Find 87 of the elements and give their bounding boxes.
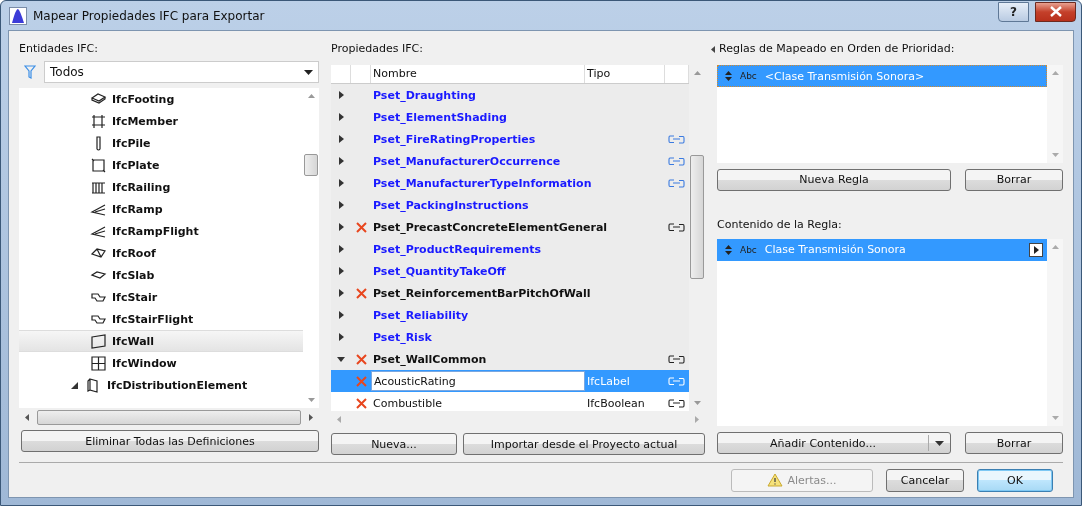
reorder-icon[interactable]: [725, 244, 732, 255]
text-type-label: Abc: [740, 71, 757, 81]
expand-arrow-icon[interactable]: [337, 135, 345, 143]
expand-arrow-icon[interactable]: [337, 267, 345, 275]
expand-arrow-icon[interactable]: [337, 333, 345, 341]
wall-icon: [90, 332, 107, 350]
scroll-thumb[interactable]: [690, 155, 704, 279]
entity-tree-item[interactable]: IfcDistributionElement: [19, 374, 303, 396]
expand-arrow-icon[interactable]: [337, 113, 345, 121]
rule-text: <Clase Transmisión Sonora>: [764, 69, 925, 83]
entity-tree-item[interactable]: IfcWindow: [19, 352, 303, 374]
close-icon: [1049, 6, 1062, 17]
ok-button[interactable]: OK: [977, 468, 1053, 492]
property-row[interactable]: Pset_Draughting: [331, 84, 689, 106]
entity-tree-item[interactable]: IfcWall: [19, 330, 303, 352]
app-logo-icon: [9, 6, 27, 25]
filter-icon: [24, 65, 36, 79]
panel-label: Entidades IFC:: [19, 41, 98, 57]
warning-icon: [767, 473, 784, 487]
plate-icon: [90, 156, 107, 174]
expand-arrow-icon[interactable]: [71, 381, 78, 389]
content-item[interactable]: Abc Clase Transmisión Sonora: [717, 238, 1047, 261]
cancel-button[interactable]: Cancelar: [886, 468, 964, 492]
entity-tree-item[interactable]: IfcSlab: [19, 264, 303, 286]
content-text: Clase Transmisión Sonora: [764, 243, 907, 257]
delete-all-button[interactable]: Eliminar Todas las Definiciones: [21, 430, 319, 452]
expand-arrow-icon[interactable]: [337, 355, 345, 363]
panel-label: Propiedades IFC:: [331, 41, 423, 57]
panel-label: Contenido de la Regla:: [717, 216, 842, 233]
property-row[interactable]: Pset_ProductRequirements: [331, 238, 689, 260]
panel-label: Reglas de Mapeado en Orden de Prioridad:: [719, 41, 955, 57]
scroll-up-icon[interactable]: [307, 94, 315, 98]
property-row[interactable]: Pset_FireRatingProperties: [331, 128, 689, 150]
entity-tree-item[interactable]: IfcPlate: [19, 154, 303, 176]
expand-arrow-icon[interactable]: [337, 157, 345, 165]
delete-button[interactable]: Borrar: [965, 168, 1063, 191]
delete-button[interactable]: Borrar: [965, 432, 1063, 454]
entity-tree-item[interactable]: IfcRamp: [19, 198, 303, 220]
expand-arrow-icon[interactable]: [337, 179, 345, 187]
expand-arrow-icon[interactable]: [337, 245, 345, 253]
entity-tree-item[interactable]: IfcStair: [19, 286, 303, 308]
property-row[interactable]: Pset_ManufacturerTypeInformation: [331, 172, 689, 194]
dropdown-arrow-icon: [304, 69, 313, 75]
property-row[interactable]: Combustible IfcBoolean: [331, 392, 689, 411]
member-icon: [90, 112, 107, 130]
filter-dropdown[interactable]: Todos: [44, 61, 319, 83]
property-row[interactable]: Pset_QuantityTakeOff: [331, 260, 689, 282]
dropdown-arrow-icon[interactable]: [935, 440, 944, 446]
property-row[interactable]: Pset_WallCommon: [331, 348, 689, 370]
new-rule-button[interactable]: Nueva Regla: [717, 168, 951, 191]
expand-arrow-icon[interactable]: [337, 311, 345, 319]
entity-tree-item[interactable]: IfcRailing: [19, 176, 303, 198]
property-row[interactable]: Pset_PackingInstructions: [331, 194, 689, 216]
property-row[interactable]: Pset_PrecastConcreteElementGeneral: [331, 216, 689, 238]
entity-tree-item[interactable]: IfcMember: [19, 110, 303, 132]
column-header[interactable]: Tipo: [585, 65, 665, 83]
scroll-thumb[interactable]: [304, 154, 318, 176]
entity-tree-item[interactable]: IfcRoof: [19, 242, 303, 264]
property-row[interactable]: Pset_Reliability: [331, 304, 689, 326]
entity-tree-item[interactable]: IfcStairFlight: [19, 308, 303, 330]
entity-tree-item[interactable]: IfcRampFlight: [19, 220, 303, 242]
close-button[interactable]: [1035, 1, 1076, 22]
new-button[interactable]: Nueva...: [331, 433, 457, 455]
entity-tree-item[interactable]: IfcFooting: [19, 88, 303, 110]
property-row[interactable]: Pset_Risk: [331, 326, 689, 348]
import-button[interactable]: Importar desde el Proyecto actual: [463, 433, 705, 455]
expand-arrow-icon[interactable]: [337, 289, 345, 297]
expand-arrow-icon[interactable]: [337, 201, 345, 209]
property-row[interactable]: Pset_ElementShading: [331, 106, 689, 128]
property-row[interactable]: Pset_ReinforcementBarPitchOfWall: [331, 282, 689, 304]
expand-arrow-icon[interactable]: [337, 91, 345, 99]
rule-item[interactable]: Abc <Clase Transmisión Sonora>: [717, 65, 1047, 87]
scroll-right-icon[interactable]: [309, 413, 313, 421]
text-type-label: Abc: [740, 244, 757, 255]
reorder-icon[interactable]: [725, 71, 732, 81]
scroll-left-icon[interactable]: [25, 413, 29, 421]
window-icon: [90, 354, 107, 372]
help-button[interactable]: ?: [998, 1, 1029, 22]
property-row[interactable]: AcousticRating IfcLabel: [331, 370, 689, 392]
add-content-button[interactable]: Añadir Contenido...: [717, 432, 951, 454]
entity-tree-item[interactable]: IfcPile: [19, 132, 303, 154]
expand-arrow-icon[interactable]: [337, 223, 345, 231]
column-header[interactable]: Nombre: [371, 65, 585, 83]
property-row[interactable]: Pset_ManufacturerOccurrence: [331, 150, 689, 172]
collapse-arrow-icon[interactable]: [711, 45, 715, 53]
window-title: Mapear Propiedades IFC para Exportar: [33, 8, 266, 23]
scroll-down-icon[interactable]: [307, 398, 315, 402]
